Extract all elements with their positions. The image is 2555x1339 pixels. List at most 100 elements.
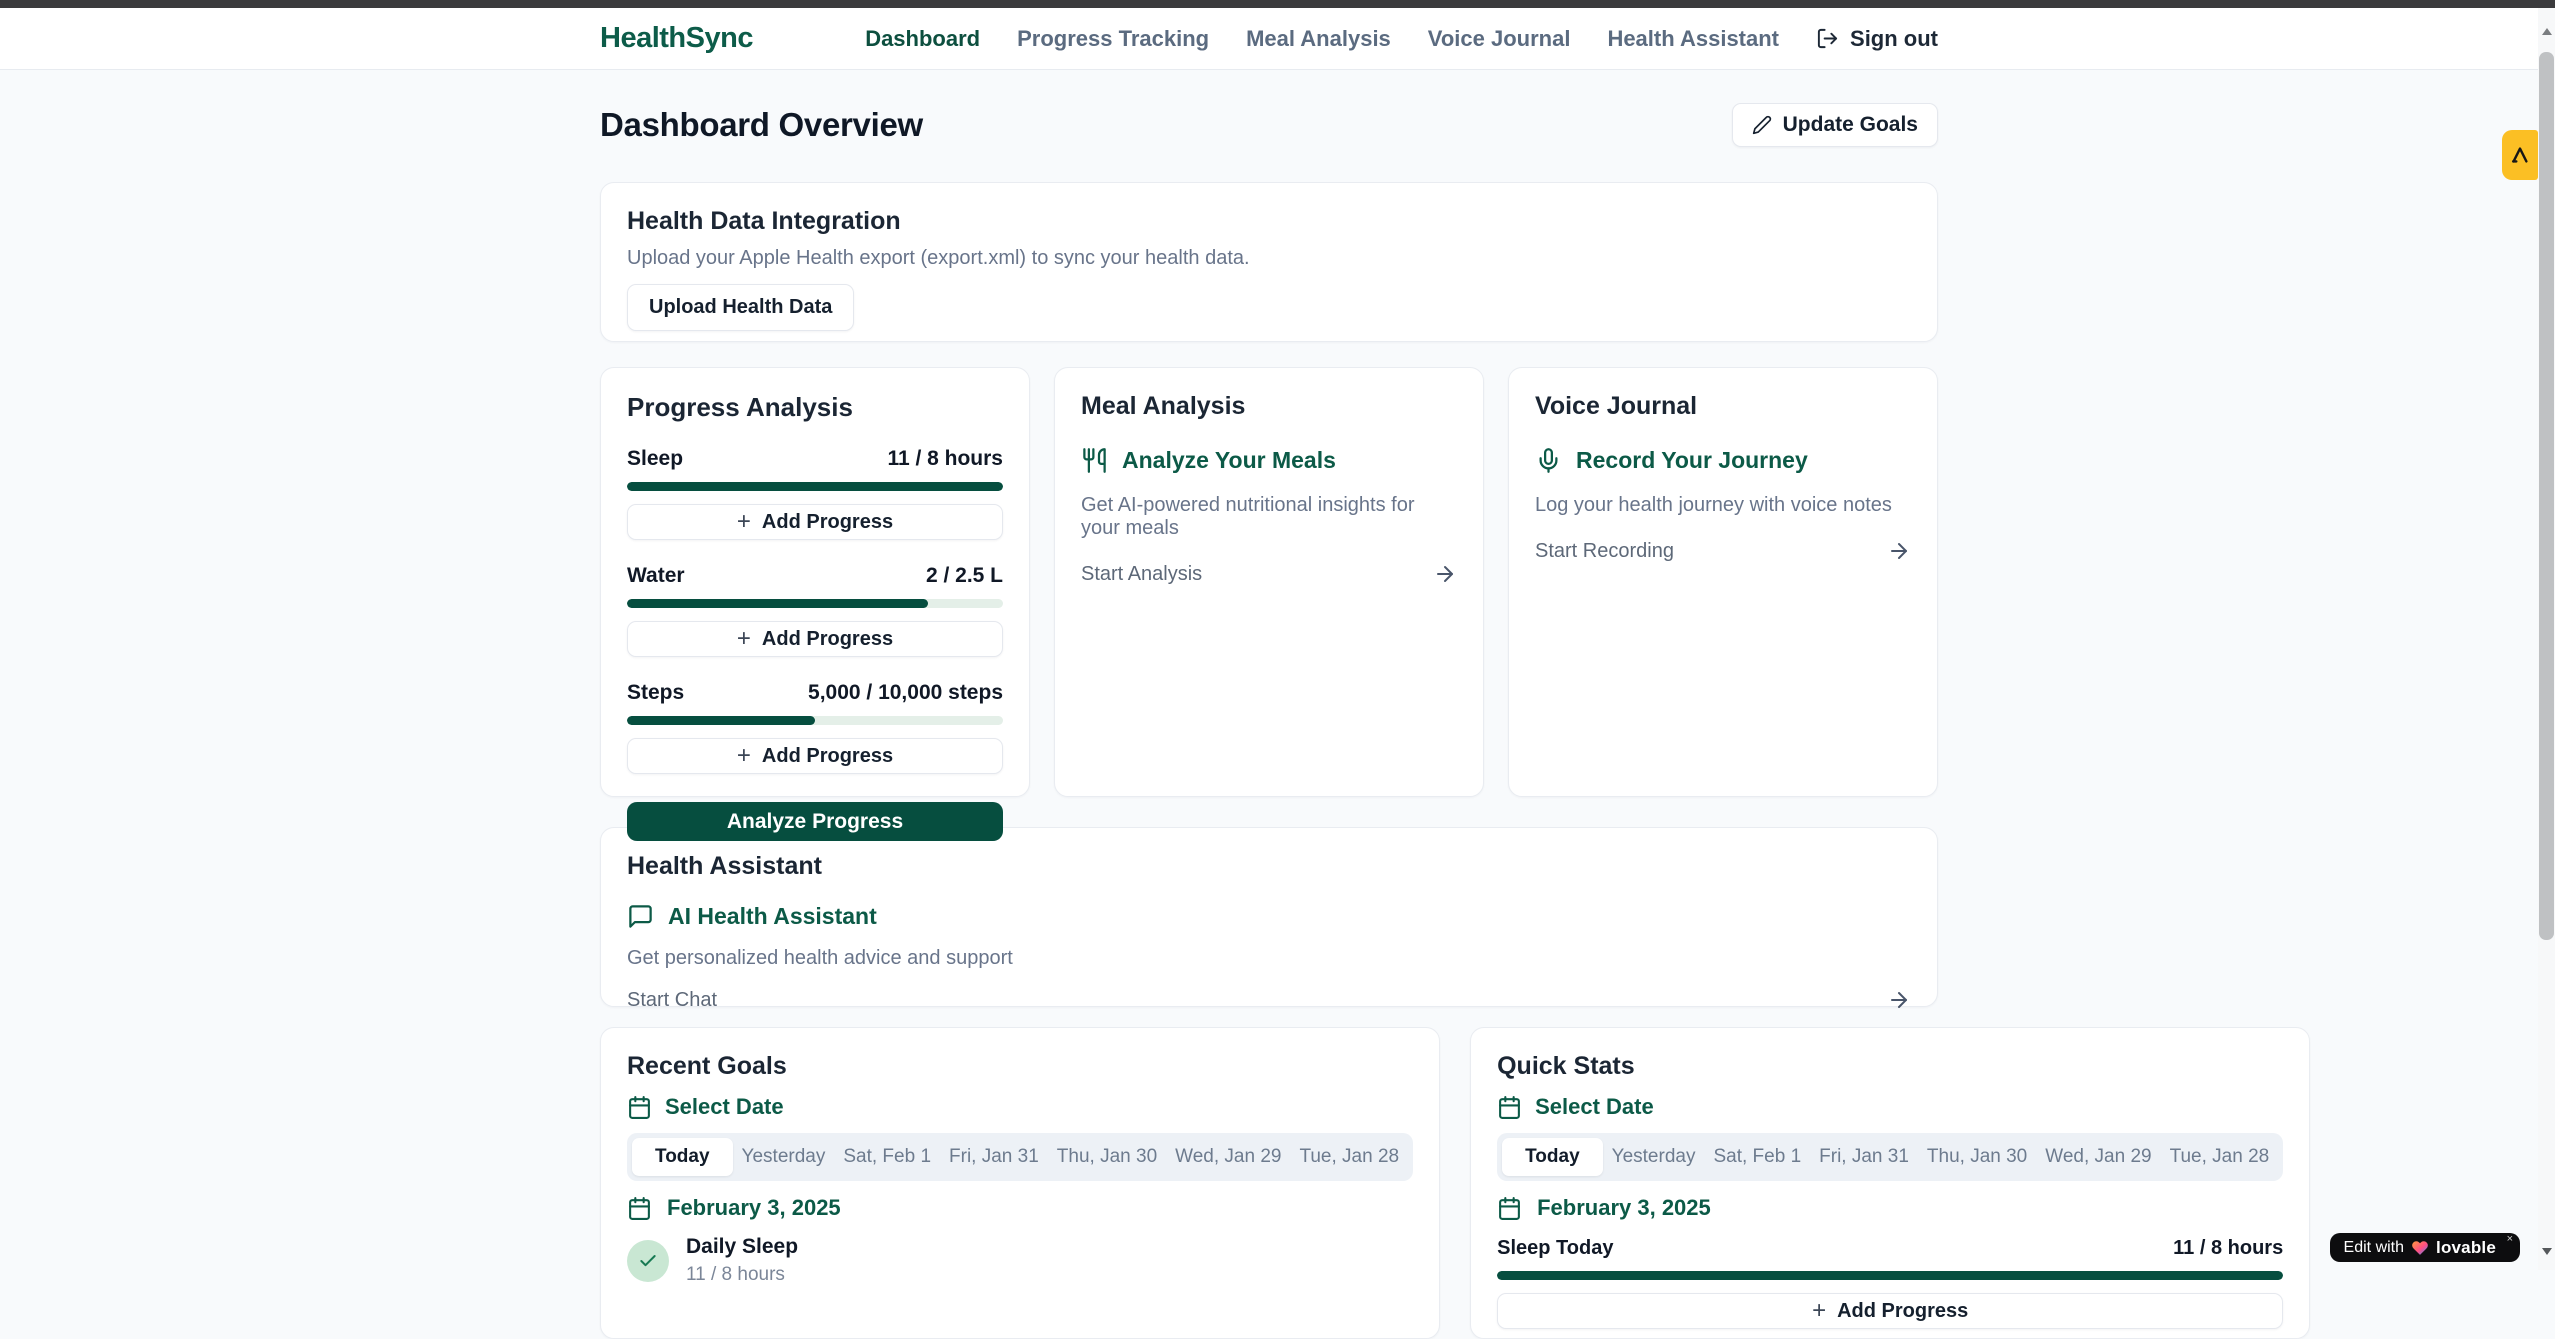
- update-goals-label: Update Goals: [1783, 113, 1918, 137]
- add-progress-button[interactable]: + Add Progress: [627, 504, 1003, 540]
- date-tab[interactable]: Wed, Jan 29: [2036, 1138, 2160, 1176]
- progress-bar: [627, 482, 1003, 491]
- select-date-button[interactable]: Select Date: [1497, 1094, 1654, 1120]
- date-tab[interactable]: Wed, Jan 29: [1166, 1138, 1290, 1176]
- vertical-scrollbar[interactable]: [2538, 8, 2555, 1270]
- record-your-journey-link[interactable]: Record Your Journey: [1535, 447, 1911, 474]
- select-date-button[interactable]: Select Date: [627, 1094, 784, 1120]
- sign-out-label: Sign out: [1850, 26, 1938, 52]
- chat-bubble-icon: [627, 903, 654, 930]
- date-tab-yesterday[interactable]: Yesterday: [1603, 1138, 1705, 1176]
- start-chat-label: Start Chat: [627, 989, 717, 1012]
- metric-sleep: Sleep 11 / 8 hours + Add Progress: [627, 447, 1003, 540]
- date-tab[interactable]: Thu, Jan 30: [1048, 1138, 1166, 1176]
- current-date-label: February 3, 2025: [667, 1195, 841, 1221]
- date-tabs: Today Yesterday Sat, Feb 1 Fri, Jan 31 T…: [1497, 1133, 2283, 1181]
- nav-item-dashboard[interactable]: Dashboard: [865, 26, 980, 52]
- date-tab-today[interactable]: Today: [632, 1138, 733, 1176]
- select-date-label: Select Date: [1535, 1094, 1654, 1120]
- upload-health-data-button[interactable]: Upload Health Data: [627, 284, 854, 331]
- date-tab-today[interactable]: Today: [1502, 1138, 1603, 1176]
- start-analysis-label: Start Analysis: [1081, 563, 1202, 586]
- start-recording-row[interactable]: Start Recording: [1535, 539, 1911, 563]
- progress-analysis-title: Progress Analysis: [627, 392, 1003, 423]
- add-progress-label: Add Progress: [762, 628, 893, 651]
- voice-journal-description: Log your health journey with voice notes: [1535, 494, 1911, 517]
- plus-icon: +: [1812, 1301, 1826, 1321]
- date-tab[interactable]: Sat, Feb 1: [1704, 1138, 1810, 1176]
- side-panel-badge[interactable]: [2502, 130, 2538, 180]
- scrollbar-thumb[interactable]: [2539, 52, 2554, 940]
- add-progress-button[interactable]: + Add Progress: [1497, 1293, 2283, 1329]
- update-goals-button[interactable]: Update Goals: [1732, 103, 1938, 147]
- scrollbar-down-arrow[interactable]: [2538, 1236, 2555, 1266]
- nav-item-meal-analysis[interactable]: Meal Analysis: [1246, 26, 1391, 52]
- lovable-prefix-label: Edit with: [2344, 1239, 2404, 1257]
- plus-icon: +: [737, 746, 751, 766]
- goal-value: 11 / 8 hours: [686, 1264, 798, 1286]
- progress-bar: [627, 716, 1003, 725]
- goal-complete-badge: [627, 1240, 669, 1282]
- scrollbar-up-arrow[interactable]: [2538, 16, 2555, 46]
- meal-analysis-card: Meal Analysis Analyze Your Meals Get AI-…: [1054, 367, 1484, 797]
- health-assistant-card: Health Assistant AI Health Assistant Get…: [600, 827, 1938, 1007]
- nav-item-voice-journal[interactable]: Voice Journal: [1428, 26, 1571, 52]
- date-tab-yesterday[interactable]: Yesterday: [733, 1138, 835, 1176]
- close-icon[interactable]: ×: [2507, 1234, 2513, 1245]
- edit-with-lovable-badge[interactable]: Edit with lovable ×: [2330, 1233, 2520, 1262]
- add-progress-label: Add Progress: [1837, 1300, 1968, 1323]
- main-nav: Dashboard Progress Tracking Meal Analysi…: [865, 26, 1938, 52]
- stat-label: Sleep Today: [1497, 1237, 1613, 1260]
- nav-item-progress-tracking[interactable]: Progress Tracking: [1017, 26, 1209, 52]
- add-progress-button[interactable]: + Add Progress: [627, 738, 1003, 774]
- metric-water: Water 2 / 2.5 L + Add Progress: [627, 564, 1003, 657]
- date-tab[interactable]: Tue, Jan 28: [1290, 1138, 1408, 1176]
- date-tabs: Today Yesterday Sat, Feb 1 Fri, Jan 31 T…: [627, 1133, 1413, 1181]
- current-date-row: February 3, 2025: [627, 1195, 1413, 1221]
- start-analysis-row[interactable]: Start Analysis: [1081, 562, 1457, 586]
- arrow-right-icon: [1887, 539, 1911, 563]
- analyze-your-meals-link[interactable]: Analyze Your Meals: [1081, 447, 1457, 474]
- calendar-icon: [627, 1095, 652, 1120]
- app-header: HealthSync Dashboard Progress Tracking M…: [0, 8, 2538, 70]
- start-chat-row[interactable]: Start Chat: [627, 988, 1911, 1012]
- current-date-label: February 3, 2025: [1537, 1195, 1711, 1221]
- meal-analysis-title: Meal Analysis: [1081, 392, 1457, 421]
- add-progress-button[interactable]: + Add Progress: [627, 621, 1003, 657]
- lovable-badge-icon: [2509, 144, 2531, 166]
- date-tab[interactable]: Tue, Jan 28: [2161, 1138, 2279, 1176]
- recent-goals-card: Recent Goals Select Date Today Yesterday…: [600, 1027, 1440, 1339]
- voice-journal-card: Voice Journal Record Your Journey Log yo…: [1508, 367, 1938, 797]
- goal-list-item: Daily Sleep 11 / 8 hours: [627, 1235, 1413, 1286]
- current-date-row: February 3, 2025: [1497, 1195, 2283, 1221]
- app-logo[interactable]: HealthSync: [600, 22, 753, 55]
- ai-health-assistant-link[interactable]: AI Health Assistant: [627, 903, 1911, 930]
- nav-item-health-assistant[interactable]: Health Assistant: [1607, 26, 1779, 52]
- date-tab[interactable]: Fri, Jan 31: [1810, 1138, 1918, 1176]
- add-progress-label: Add Progress: [762, 745, 893, 768]
- metric-label: Sleep: [627, 447, 683, 471]
- lovable-brand-label: lovable: [2436, 1238, 2496, 1258]
- quick-stats-title: Quick Stats: [1497, 1052, 2283, 1081]
- calendar-icon: [627, 1196, 652, 1221]
- page-title: Dashboard Overview: [600, 106, 923, 144]
- health-assistant-description: Get personalized health advice and suppo…: [627, 947, 1911, 970]
- analyze-progress-button[interactable]: Analyze Progress: [627, 802, 1003, 841]
- metric-value: 11 / 8 hours: [887, 447, 1003, 471]
- check-icon: [638, 1251, 658, 1271]
- heart-gradient-icon: [2411, 1239, 2429, 1257]
- sleep-today-row: Sleep Today 11 / 8 hours: [1497, 1237, 2283, 1260]
- goal-name: Daily Sleep: [686, 1235, 798, 1259]
- progress-analysis-card: Progress Analysis Sleep 11 / 8 hours + A…: [600, 367, 1030, 797]
- date-tab[interactable]: Thu, Jan 30: [1918, 1138, 2036, 1176]
- plus-icon: +: [737, 629, 751, 649]
- plus-icon: +: [737, 512, 751, 532]
- metric-label: Water: [627, 564, 685, 588]
- date-tab[interactable]: Fri, Jan 31: [940, 1138, 1048, 1176]
- integration-title: Health Data Integration: [627, 207, 1911, 236]
- arrow-right-icon: [1433, 562, 1457, 586]
- pencil-icon: [1752, 115, 1772, 135]
- sign-out-button[interactable]: Sign out: [1816, 26, 1938, 52]
- date-tab[interactable]: Sat, Feb 1: [834, 1138, 940, 1176]
- metric-value: 5,000 / 10,000 steps: [808, 681, 1003, 705]
